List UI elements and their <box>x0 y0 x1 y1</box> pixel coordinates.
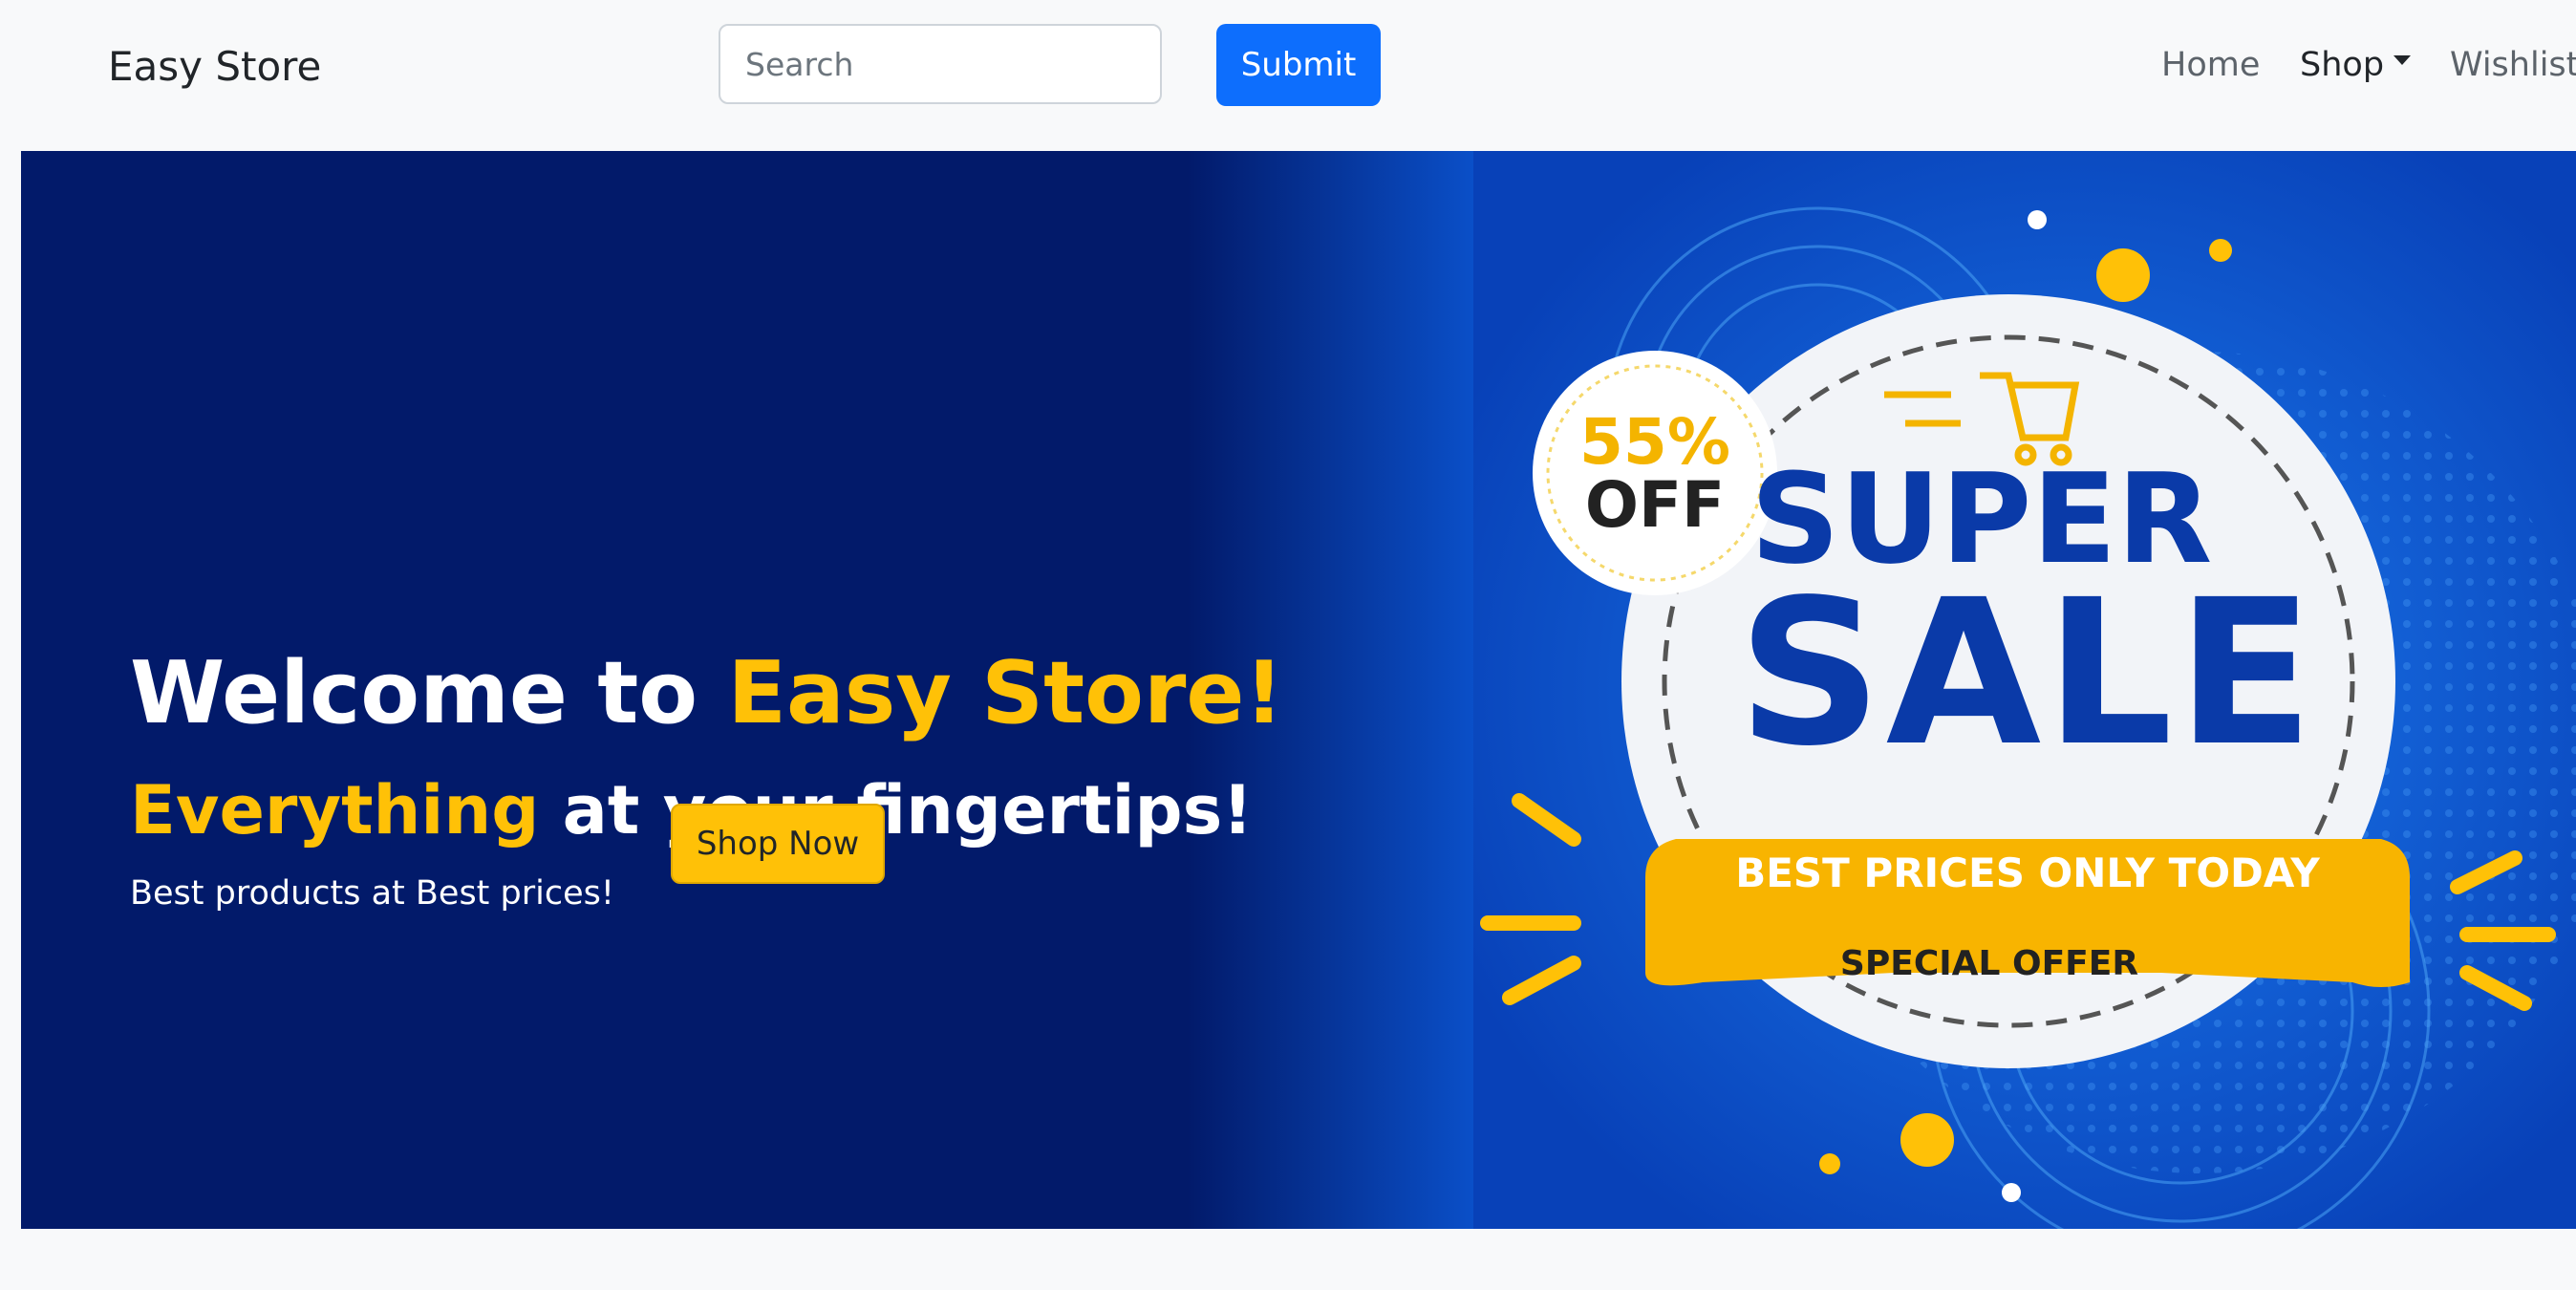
page-background <box>0 1229 2576 1290</box>
hero-subtitle-rest: at your fingertips! <box>539 771 1254 849</box>
navbar: Easy Store Submit Home Shop Wishlist <box>0 0 2576 134</box>
search-input[interactable] <box>719 24 1162 104</box>
brand-link[interactable]: Easy Store <box>108 38 321 96</box>
hero-tagline: Best products at Best prices! <box>130 874 614 913</box>
hero-title-prefix: Welcome to <box>130 643 728 743</box>
nav-home-link[interactable]: Home <box>2161 38 2260 92</box>
hero-subtitle-highlight: Everything <box>130 771 540 849</box>
discount-off: OFF <box>1584 468 1726 542</box>
nav-shop-dropdown[interactable]: Shop <box>2300 38 2412 92</box>
hero-title: Welcome to Easy Store! <box>130 636 1283 751</box>
hero-title-highlight: Easy Store! <box>727 643 1284 743</box>
caret-down-icon <box>2394 55 2412 65</box>
shop-now-button[interactable]: Shop Now <box>671 804 885 884</box>
nav-wishlist-link[interactable]: Wishlist <box>2450 38 2576 92</box>
headline-sale: SALE <box>1737 556 2318 790</box>
hero-banner: 55% OFF SUPER SALE BEST PRICES ONLY TODA… <box>21 151 2576 1229</box>
nav-shop-label: Shop <box>2300 46 2385 84</box>
submit-button[interactable]: Submit <box>1216 24 1381 106</box>
ribbon-text: BEST PRICES ONLY TODAY <box>1735 849 2320 896</box>
special-offer-text: SPECIAL OFFER <box>1839 944 2139 983</box>
